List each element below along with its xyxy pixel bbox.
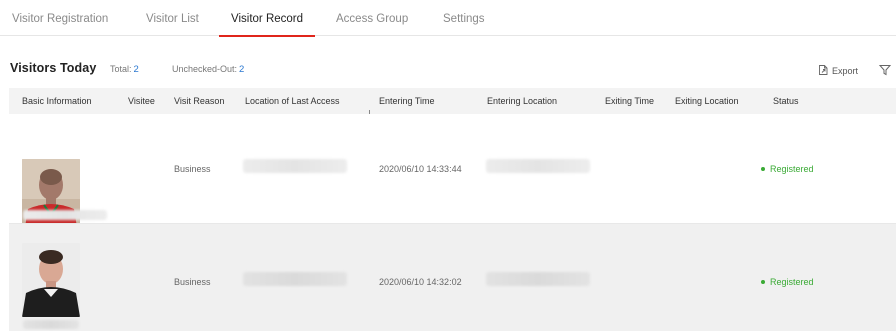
visitor-name-redacted	[23, 210, 107, 220]
column-header-exiting-time: Exiting Time	[605, 96, 655, 106]
total-label: Total:	[110, 64, 132, 74]
table-row[interactable]: Business 2020/06/10 14:33:44 Registered	[9, 114, 896, 233]
export-button[interactable]: Export	[817, 64, 858, 78]
entering-location-redacted	[486, 272, 590, 286]
export-label: Export	[832, 66, 859, 76]
table-header: Basic Information Visitee Visit Reason L…	[9, 88, 896, 114]
unchecked-out-value[interactable]: 2	[239, 64, 244, 75]
table-row[interactable]: Business 2020/06/10 14:32:02 Registered	[9, 224, 896, 331]
status-label: Registered	[770, 164, 814, 174]
page-title: Visitors Today	[10, 61, 97, 75]
visit-reason-cell: Business	[174, 277, 211, 287]
tab-bar: Visitor Registration Visitor List Visito…	[0, 0, 896, 37]
total-value[interactable]: 2	[134, 64, 139, 75]
column-header-visitee: Visitee	[128, 96, 155, 106]
column-header-exiting-location: Exiting Location	[675, 96, 739, 106]
column-header-visit-reason: Visit Reason	[174, 96, 225, 106]
export-icon	[817, 64, 829, 78]
last-access-location-redacted	[243, 272, 347, 286]
column-header-status: Status	[773, 96, 799, 106]
status-dot-icon	[761, 280, 765, 284]
visitor-name-redacted	[23, 320, 79, 329]
tab-visitor-record[interactable]: Visitor Record	[218, 0, 316, 37]
unchecked-out-count: Unchecked-Out: 2	[172, 64, 244, 75]
column-header-entering-time: Entering Time	[379, 96, 435, 106]
visit-reason-cell: Business	[174, 164, 211, 174]
visitor-photo	[22, 243, 80, 317]
entering-time-cell: 2020/06/10 14:32:02	[379, 277, 462, 287]
tab-access-group[interactable]: Access Group	[336, 0, 408, 36]
column-header-location-of-last-access: Location of Last Access	[245, 96, 340, 106]
filter-icon[interactable]	[878, 63, 892, 77]
column-header-basic-information: Basic Information	[22, 96, 92, 106]
visitor-photo	[22, 159, 80, 233]
status-dot-icon	[761, 167, 765, 171]
unchecked-out-label: Unchecked-Out:	[172, 64, 238, 74]
column-header-entering-location: Entering Location	[487, 96, 558, 106]
entering-time-cell: 2020/06/10 14:33:44	[379, 164, 462, 174]
status-badge: Registered	[761, 164, 814, 174]
status-label: Registered	[770, 277, 814, 287]
tab-visitor-registration[interactable]: Visitor Registration	[12, 0, 108, 36]
status-badge: Registered	[761, 277, 814, 287]
total-count: Total: 2	[110, 64, 139, 75]
tab-visitor-list[interactable]: Visitor List	[146, 0, 199, 36]
entering-location-redacted	[486, 159, 590, 173]
tab-settings[interactable]: Settings	[443, 0, 485, 36]
last-access-location-redacted	[243, 159, 347, 173]
